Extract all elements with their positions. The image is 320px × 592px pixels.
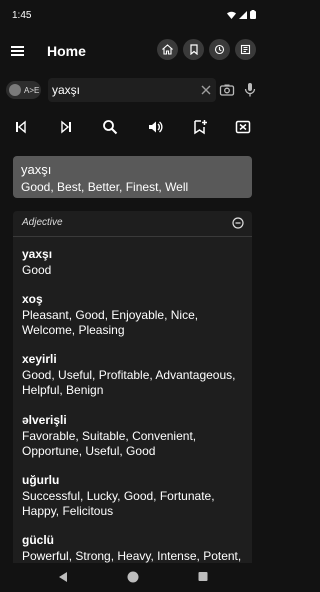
- pronounce-button[interactable]: [144, 116, 166, 138]
- add-bookmark-button[interactable]: [189, 116, 211, 138]
- entry-item[interactable]: xoş Pleasant, Good, Enjoyable, Nice, Wel…: [22, 292, 248, 338]
- volume-icon: [149, 121, 163, 133]
- entry-meanings: Good: [22, 263, 52, 277]
- previous-word-button[interactable]: [10, 116, 32, 138]
- search-input[interactable]: [52, 80, 192, 100]
- toolbar: [0, 114, 266, 140]
- history-button[interactable]: [209, 39, 230, 60]
- status-time: 1:45: [12, 10, 32, 21]
- entry-item[interactable]: güclü Powerful, Strong, Heavy, Intense, …: [22, 533, 248, 563]
- toggle-knob: [9, 84, 21, 96]
- flashcards-button[interactable]: [235, 39, 256, 60]
- recents-icon[interactable]: [198, 571, 208, 582]
- back-icon[interactable]: [58, 571, 68, 583]
- camera-icon[interactable]: [219, 82, 235, 98]
- page-title: Home: [47, 43, 86, 59]
- app-bar-actions: [157, 39, 256, 60]
- entry-item[interactable]: xeyirli Good, Useful, Profitable, Advant…: [22, 352, 248, 398]
- section-header[interactable]: Adjective: [13, 211, 252, 237]
- main-result-card[interactable]: yaxşı Good, Best, Better, Finest, Well: [13, 156, 252, 198]
- search-button[interactable]: [99, 116, 121, 138]
- status-bar: 1:45: [0, 0, 266, 34]
- toggle-label: A>E: [24, 85, 40, 95]
- result-word: yaxşı: [21, 162, 52, 177]
- clear-icon: [235, 120, 251, 134]
- entry-meanings: Favorable, Suitable, Convenient, Opportu…: [22, 429, 197, 458]
- skip-previous-icon: [16, 120, 26, 134]
- skip-next-icon: [61, 120, 71, 134]
- signal-icon: [239, 10, 247, 19]
- search-box: [48, 78, 216, 102]
- app-bar: Home: [0, 34, 266, 68]
- entry-meanings: Powerful, Strong, Heavy, Intense, Potent…: [22, 549, 242, 563]
- battery-icon: [250, 10, 256, 19]
- bookmark-icon: [189, 44, 198, 55]
- bookmarks-button[interactable]: [183, 39, 204, 60]
- entry-meanings: Successful, Lucky, Good, Fortunate, Happ…: [22, 489, 215, 518]
- home-button[interactable]: [157, 39, 178, 60]
- entry-item[interactable]: əlverişli Favorable, Suitable, Convenien…: [22, 413, 248, 459]
- entry-word: xoş: [22, 292, 43, 306]
- entry-word: yaxşı: [22, 247, 53, 261]
- collapse-icon[interactable]: [232, 217, 244, 229]
- language-direction-toggle[interactable]: A>E: [6, 81, 41, 99]
- entry-meanings: Good, Useful, Profitable, Advantageous, …: [22, 368, 236, 397]
- flashcard-icon: [240, 44, 251, 55]
- entry-meanings: Pleasant, Good, Enjoyable, Nice, Welcome…: [22, 308, 199, 337]
- part-of-speech-card: Adjective yaxşı Good xoş Pleasant, Good,…: [13, 211, 252, 563]
- menu-icon[interactable]: [10, 42, 26, 60]
- clear-button[interactable]: [232, 116, 254, 138]
- entry-word: güclü: [22, 533, 54, 547]
- entry-word: əlverişli: [22, 413, 67, 427]
- result-meanings: Good, Best, Better, Finest, Well: [21, 180, 189, 194]
- clear-search-icon[interactable]: [199, 83, 213, 97]
- part-of-speech-label: Adjective: [22, 217, 63, 228]
- entry-item[interactable]: uğurlu Successful, Lucky, Good, Fortunat…: [22, 473, 248, 519]
- search-icon: [103, 120, 118, 135]
- bookmark-add-icon: [194, 120, 207, 135]
- status-icons: [227, 10, 256, 19]
- search-row: A>E: [0, 78, 266, 102]
- home-icon: [162, 44, 173, 55]
- entry-item[interactable]: yaxşı Good: [22, 247, 248, 278]
- entry-word: uğurlu: [22, 473, 60, 487]
- home-nav-icon[interactable]: [127, 571, 139, 583]
- wifi-icon: [227, 11, 236, 19]
- history-icon: [214, 44, 225, 55]
- system-nav-bar: [0, 563, 266, 592]
- entry-word: xeyirli: [22, 352, 57, 366]
- microphone-icon[interactable]: [243, 82, 257, 98]
- next-word-button[interactable]: [55, 116, 77, 138]
